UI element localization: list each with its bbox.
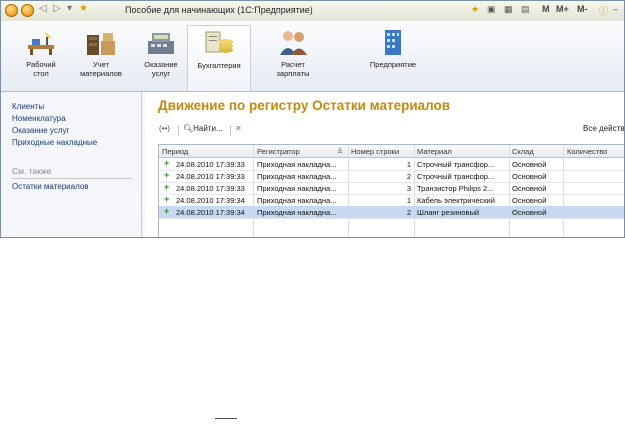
back-icon[interactable]: ◁: [39, 3, 47, 14]
cell-period: 24.08.2010 17:39:33: [176, 184, 245, 193]
m-plus-button[interactable]: M+: [556, 4, 569, 14]
main-menu-icon[interactable]: [21, 4, 34, 17]
page-title: Движение по регистру Остатки материалов: [158, 98, 451, 113]
cash-register-icon: [148, 33, 174, 54]
cell-registrar: Приходная накладна...: [257, 184, 337, 193]
cell-warehouse: Основной: [512, 208, 547, 217]
movement-plus-icon: +: [164, 170, 170, 180]
divider: [12, 178, 132, 179]
section-services[interactable]: Оказание услуг: [129, 25, 193, 87]
nav-item-services[interactable]: Оказание услуг: [12, 126, 69, 135]
section-accounting[interactable]: Бухгалтерия: [187, 25, 251, 91]
people-icon: [280, 31, 307, 55]
app-logo-icon[interactable]: [5, 4, 18, 17]
column-header-period[interactable]: Период: [162, 147, 188, 156]
find-button[interactable]: 🔍︎Найти...: [183, 124, 223, 133]
cell-line-number: 2: [406, 172, 411, 181]
calculator-icon[interactable]: ▦: [504, 4, 513, 15]
cell-material: Строчный трансфор...: [417, 172, 495, 181]
movement-plus-icon: +: [164, 158, 170, 168]
table-header: Период Регистратор ≜ Номер строки Матери…: [159, 145, 624, 158]
section-label: Предприятие: [369, 60, 417, 69]
cell-material: Строчный трансфор...: [417, 160, 495, 169]
info-icon[interactable]: ⓘ: [599, 4, 608, 17]
column-header-warehouse[interactable]: Склад: [512, 147, 534, 156]
cell-registrar: Приходная накладна...: [257, 160, 337, 169]
table-row-selected[interactable]: + 24.08.2010 17:39:34 Приходная накладна…: [159, 206, 624, 219]
section-label: Расчет зарплаты: [276, 60, 310, 78]
see-also-heading: См. также: [12, 166, 52, 176]
section-label: Учет материалов: [80, 60, 122, 78]
nav-item-clients[interactable]: Клиенты: [12, 102, 44, 111]
refresh-icon[interactable]: (••): [159, 124, 170, 133]
cell-material: Кабель электрический: [417, 196, 495, 205]
favorites-icon[interactable]: ★: [471, 4, 479, 15]
cell-warehouse: Основной: [512, 172, 547, 181]
divider: [215, 418, 237, 419]
cell-line-number: 1: [406, 160, 411, 169]
accounting-icon: [205, 31, 233, 53]
cell-warehouse: Основной: [512, 196, 547, 205]
cell-line-number: 2: [406, 208, 411, 217]
register-table[interactable]: Период Регистратор ≜ Номер строки Матери…: [158, 144, 624, 237]
history-dropdown-icon[interactable]: ▾: [67, 3, 72, 14]
cell-line-number: 3: [406, 184, 411, 193]
all-actions-label: Все действия: [583, 124, 625, 133]
cell-period: 24.08.2010 17:39:34: [176, 196, 245, 205]
section-label: Рабочий стол: [26, 60, 56, 78]
app-window: ◁ ▷ ▾ ★ Пособие для начинающих (1С:Предп…: [0, 0, 625, 238]
favorites-star-icon[interactable]: ★: [79, 3, 88, 14]
section-label: Бухгалтерия: [197, 61, 241, 70]
main-content: Движение по регистру Остатки материалов …: [145, 92, 625, 237]
find-label: Найти...: [193, 124, 223, 133]
cell-period: 24.08.2010 17:39:34: [176, 208, 245, 217]
cancel-search-icon[interactable]: ✕: [235, 124, 242, 133]
divider: [178, 125, 179, 136]
divider: [230, 125, 231, 136]
cell-period: 24.08.2010 17:39:33: [176, 172, 245, 181]
column-header-material[interactable]: Материал: [417, 147, 452, 156]
nav-item-material-balances[interactable]: Остатки материалов: [12, 182, 89, 191]
navigation-panel: Клиенты Номенклатура Оказание услуг Прих…: [1, 92, 144, 237]
sections-panel: Рабочий стол Учет материалов Оказание ус…: [1, 21, 624, 92]
cell-warehouse: Основной: [512, 160, 547, 169]
cell-period: 24.08.2010 17:39:33: [176, 160, 245, 169]
section-label: Оказание услуг: [144, 60, 178, 78]
sort-icon: ≜: [337, 147, 344, 156]
cell-material: Транзистор Philips 2...: [417, 184, 494, 193]
column-header-registrar[interactable]: Регистратор: [257, 147, 300, 156]
section-desktop[interactable]: Рабочий стол: [9, 25, 73, 87]
command-bar: (••) 🔍︎Найти... ✕ Все действия ▾: [159, 124, 625, 138]
m-minus-button[interactable]: M-: [577, 4, 588, 14]
building-icon: [385, 30, 401, 55]
nav-item-receipts[interactable]: Приходные накладные: [12, 138, 97, 147]
cell-warehouse: Основной: [512, 184, 547, 193]
section-enterprise[interactable]: Предприятие: [361, 25, 425, 87]
section-materials[interactable]: Учет материалов: [69, 25, 133, 87]
m-button[interactable]: M: [542, 4, 550, 14]
cell-material: Шланг резиновый: [417, 208, 480, 217]
forward-icon[interactable]: ▷: [53, 3, 61, 14]
all-actions-button[interactable]: Все действия ▾: [583, 124, 625, 133]
movement-plus-icon: +: [164, 206, 170, 216]
column-header-line-number[interactable]: Номер строки: [351, 147, 399, 156]
section-salary[interactable]: Расчет зарплаты: [261, 25, 325, 87]
desk-icon: [28, 31, 54, 55]
cell-registrar: Приходная накладна...: [257, 208, 337, 217]
title-bar: ◁ ▷ ▾ ★ Пособие для начинающих (1С:Предп…: [1, 1, 624, 22]
warehouse-icon: [87, 33, 115, 55]
search-icon: 🔍︎: [183, 124, 194, 133]
window-title: Пособие для начинающих (1С:Предприятие): [125, 5, 313, 15]
panel-splitter[interactable]: · · · ·: [140, 197, 144, 227]
history-icon[interactable]: ▣: [487, 4, 496, 15]
cell-registrar: Приходная накладна...: [257, 196, 337, 205]
nav-item-nomenclature[interactable]: Номенклатура: [12, 114, 66, 123]
column-header-quantity[interactable]: Количество: [567, 147, 607, 156]
calendar-icon[interactable]: ▤: [521, 4, 530, 15]
minimize-icon[interactable]: –: [613, 4, 618, 14]
cell-line-number: 1: [406, 196, 411, 205]
cell-registrar: Приходная накладна...: [257, 172, 337, 181]
movement-plus-icon: +: [164, 182, 170, 192]
movement-plus-icon: +: [164, 194, 170, 204]
